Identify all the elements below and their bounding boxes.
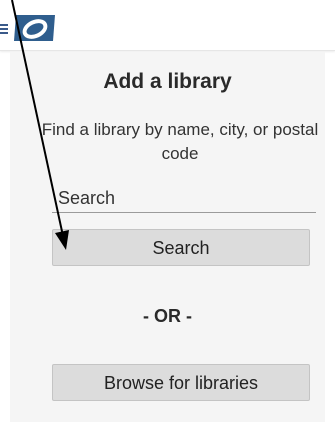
app-logo-icon[interactable]	[12, 13, 57, 43]
browse-libraries-button[interactable]: Browse for libraries	[52, 364, 310, 401]
library-search-input[interactable]	[52, 184, 316, 213]
search-button[interactable]: Search	[52, 229, 310, 266]
page-title: Add a library	[103, 70, 232, 93]
hamburger-menu-icon[interactable]	[0, 24, 10, 34]
or-divider-label: - OR -	[143, 306, 192, 326]
search-instructions: Find a library by name, city, or postal …	[41, 120, 319, 163]
top-app-bar	[0, 0, 335, 51]
